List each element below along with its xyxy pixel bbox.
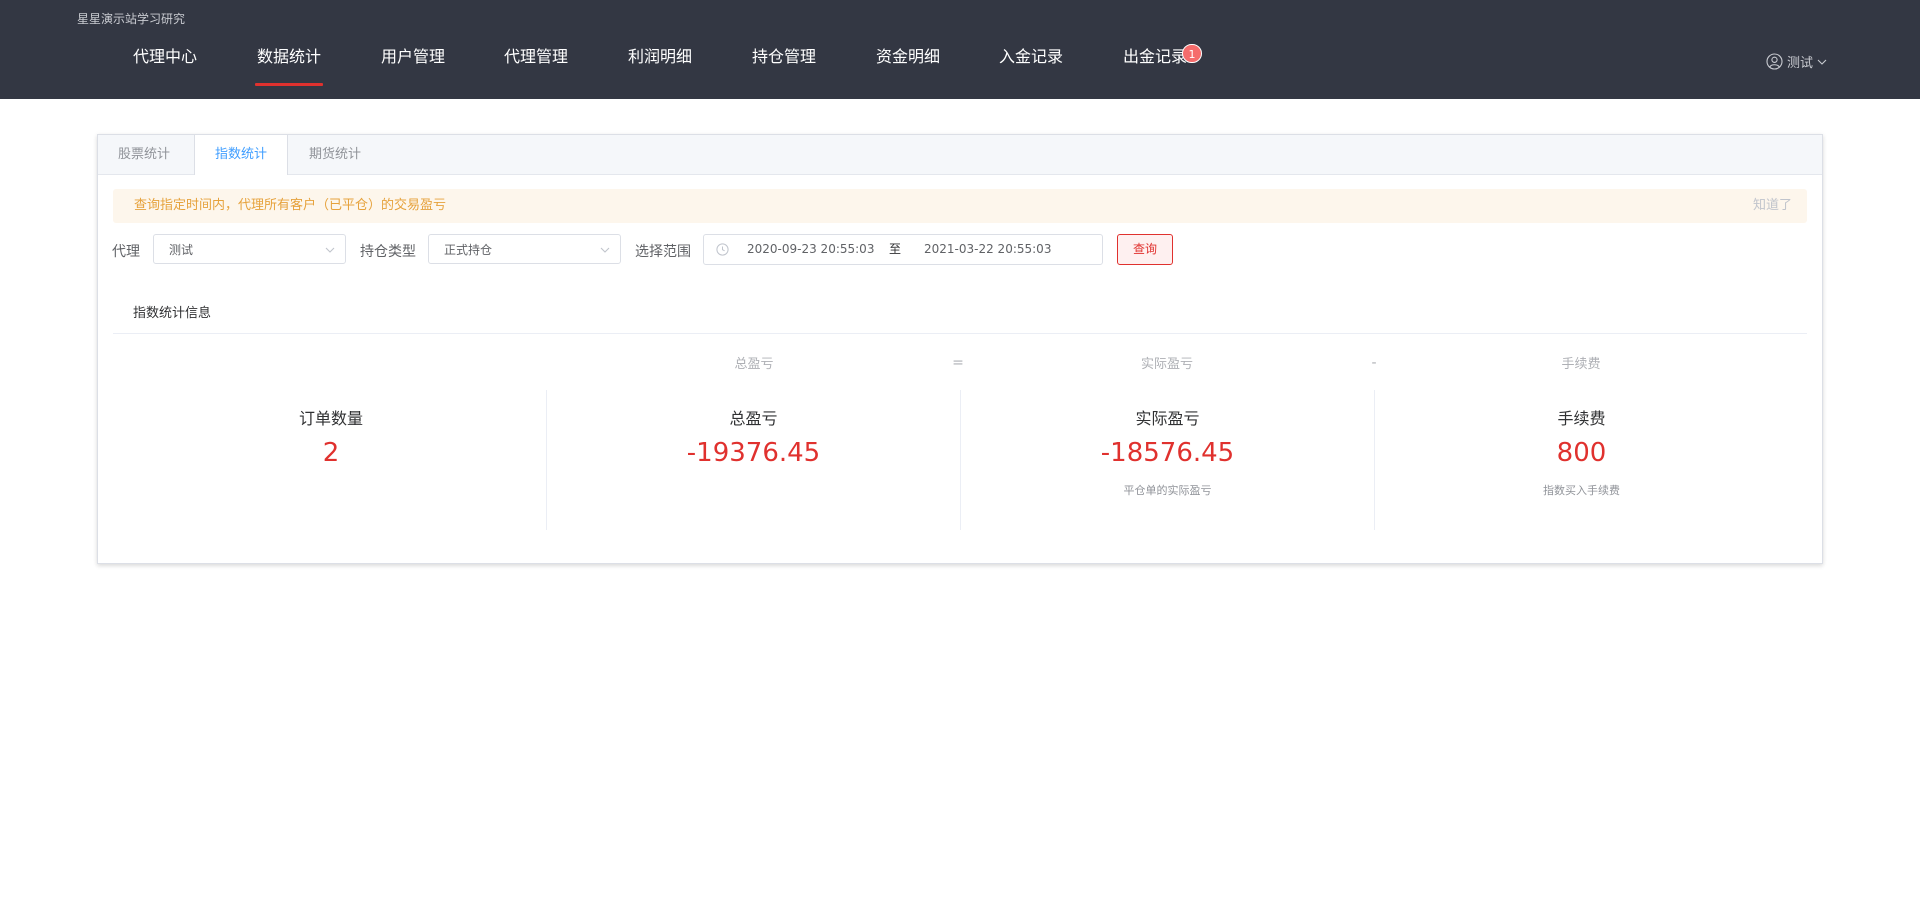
nav-item-withdraw-records[interactable]: 出金记录: [1123, 46, 1187, 68]
statistics-tabs: 股票统计 指数统计 期货统计: [98, 135, 1822, 175]
start-date-input[interactable]: 2020-09-23 20:55:03: [747, 235, 874, 264]
stat-value: -19376.45: [547, 438, 960, 468]
alert-dismiss-button[interactable]: 知道了: [1753, 189, 1792, 223]
position-type-label: 持仓类型: [360, 241, 416, 261]
date-range-picker[interactable]: 2020-09-23 20:55:03 至 2021-03-22 20:55:0…: [703, 234, 1103, 265]
chevron-down-icon: [600, 245, 610, 255]
site-title: 星星演示站学习研究: [77, 10, 185, 27]
tab-futures-statistics[interactable]: 期货统计: [289, 135, 381, 174]
formula-minus: -: [1371, 355, 1376, 371]
clock-icon: [716, 243, 729, 256]
nav-item-position-management[interactable]: 持仓管理: [752, 46, 816, 68]
stat-total-profit-loss: 总盈亏 -19376.45: [546, 390, 960, 530]
agent-label: 代理: [112, 241, 140, 261]
divider: [113, 333, 1807, 334]
top-navbar: 星星演示站学习研究 代理中心 数据统计 用户管理 代理管理 利润明细 持仓管理 …: [0, 0, 1920, 99]
nav-item-profit-detail[interactable]: 利润明细: [628, 46, 692, 68]
nav-item-fund-detail[interactable]: 资金明细: [876, 46, 940, 68]
stat-order-count: 订单数量 2: [124, 390, 538, 530]
stat-title: 订单数量: [124, 405, 538, 429]
formula-fee-label: 手续费: [1561, 353, 1600, 372]
nav-item-deposit-records[interactable]: 入金记录: [999, 46, 1063, 68]
user-menu[interactable]: 测试: [1766, 52, 1827, 71]
stat-value: 2: [124, 438, 538, 468]
stat-title: 实际盈亏: [961, 405, 1374, 429]
user-name: 测试: [1787, 52, 1813, 71]
query-button[interactable]: 查询: [1117, 234, 1173, 265]
formula-actual-label: 实际盈亏: [1141, 353, 1193, 372]
section-title: 指数统计信息: [133, 302, 211, 321]
date-range-separator: 至: [889, 235, 901, 264]
stat-commission-fee: 手续费 800 指数买入手续费: [1374, 390, 1788, 530]
stat-value: 800: [1375, 438, 1788, 468]
stat-description: 平仓单的实际盈亏: [961, 482, 1374, 498]
info-alert: 查询指定时间内，代理所有客户（已平仓）的交易盈亏 知道了: [113, 189, 1807, 223]
nav-item-data-statistics[interactable]: 数据统计: [257, 46, 321, 68]
stat-title: 手续费: [1375, 405, 1788, 429]
stat-value: -18576.45: [961, 438, 1374, 468]
nav-item-agent-management[interactable]: 代理管理: [504, 46, 568, 68]
tab-index-statistics[interactable]: 指数统计: [194, 135, 288, 175]
range-label: 选择范围: [635, 241, 691, 261]
agent-select[interactable]: 测试: [153, 234, 346, 264]
agent-select-value: 测试: [169, 235, 193, 265]
formula-equals: =: [952, 355, 964, 371]
formula-total-label: 总盈亏: [734, 353, 773, 372]
chevron-down-icon: [325, 245, 335, 255]
stat-description: 指数买入手续费: [1375, 482, 1788, 498]
withdraw-count-badge: 1: [1182, 44, 1202, 63]
tab-stock-statistics[interactable]: 股票统计: [98, 135, 190, 174]
nav-item-agent-center[interactable]: 代理中心: [133, 46, 197, 68]
stat-title: 总盈亏: [547, 405, 960, 429]
user-circle-icon: [1766, 53, 1783, 70]
nav-item-user-management[interactable]: 用户管理: [381, 46, 445, 68]
position-type-select-value: 正式持仓: [444, 235, 492, 265]
position-type-select[interactable]: 正式持仓: [428, 234, 621, 264]
statistics-card: 股票统计 指数统计 期货统计 查询指定时间内，代理所有客户（已平仓）的交易盈亏 …: [97, 134, 1823, 564]
stat-actual-profit-loss: 实际盈亏 -18576.45 平仓单的实际盈亏: [960, 390, 1374, 530]
alert-text: 查询指定时间内，代理所有客户（已平仓）的交易盈亏: [134, 189, 446, 223]
end-date-input[interactable]: 2021-03-22 20:55:03: [924, 235, 1051, 264]
chevron-down-icon: [1817, 57, 1827, 67]
